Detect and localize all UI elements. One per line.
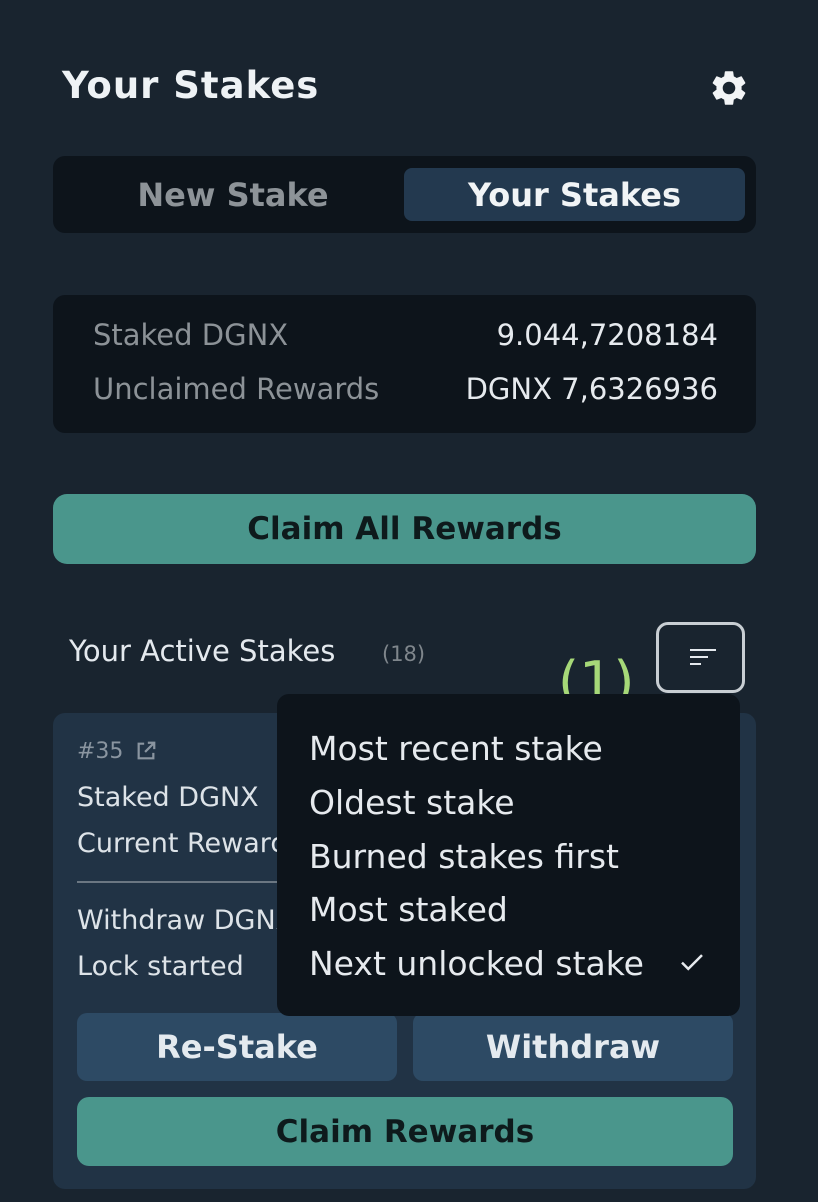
staked-label: Staked DGNX — [93, 318, 289, 352]
external-link-icon[interactable] — [135, 740, 157, 762]
check-icon — [681, 954, 703, 971]
claim-rewards-button[interactable]: Claim Rewards — [77, 1097, 733, 1166]
active-stakes-count: (18) — [382, 642, 426, 666]
tab-your-stakes[interactable]: Your Stakes — [404, 168, 745, 221]
withdraw-button[interactable]: Withdraw — [413, 1013, 733, 1081]
card-staked-label: Staked DGNX — [77, 782, 259, 813]
tab-new-stake[interactable]: New Stake — [63, 168, 403, 221]
stake-summary: Staked DGNX 9.044,7208184 Unclaimed Rewa… — [53, 295, 756, 433]
sort-button[interactable] — [656, 622, 745, 693]
sort-option-most-staked[interactable]: Most staked — [309, 890, 508, 929]
unclaimed-rewards-value: DGNX 7,6326936 — [465, 372, 718, 406]
card-rewards-label: Current Rewards — [77, 828, 302, 859]
sort-option-next-unlocked[interactable]: Next unlocked stake — [309, 944, 644, 983]
claim-all-rewards-button[interactable]: Claim All Rewards — [53, 494, 756, 564]
sort-option-burned-first[interactable]: Burned stakes first — [309, 837, 619, 876]
unclaimed-rewards-label: Unclaimed Rewards — [93, 372, 380, 406]
gear-icon[interactable] — [708, 67, 750, 109]
sort-option-most-recent[interactable]: Most recent stake — [309, 729, 603, 768]
sort-icon — [690, 649, 716, 651]
card-withdraw-label: Withdraw DGNX — [77, 905, 295, 936]
stake-tabs: New Stake Your Stakes — [53, 156, 756, 233]
sort-dropdown: Most recent stake Oldest stake Burned st… — [277, 694, 740, 1016]
active-stakes-label: Your Active Stakes — [69, 634, 336, 668]
stake-id: #35 — [77, 739, 124, 764]
page-title: Your Stakes — [62, 64, 320, 107]
sort-option-oldest[interactable]: Oldest stake — [309, 783, 515, 822]
restake-button[interactable]: Re-Stake — [77, 1013, 397, 1081]
staked-value: 9.044,7208184 — [496, 318, 718, 352]
card-lock-label: Lock started — [77, 951, 244, 982]
